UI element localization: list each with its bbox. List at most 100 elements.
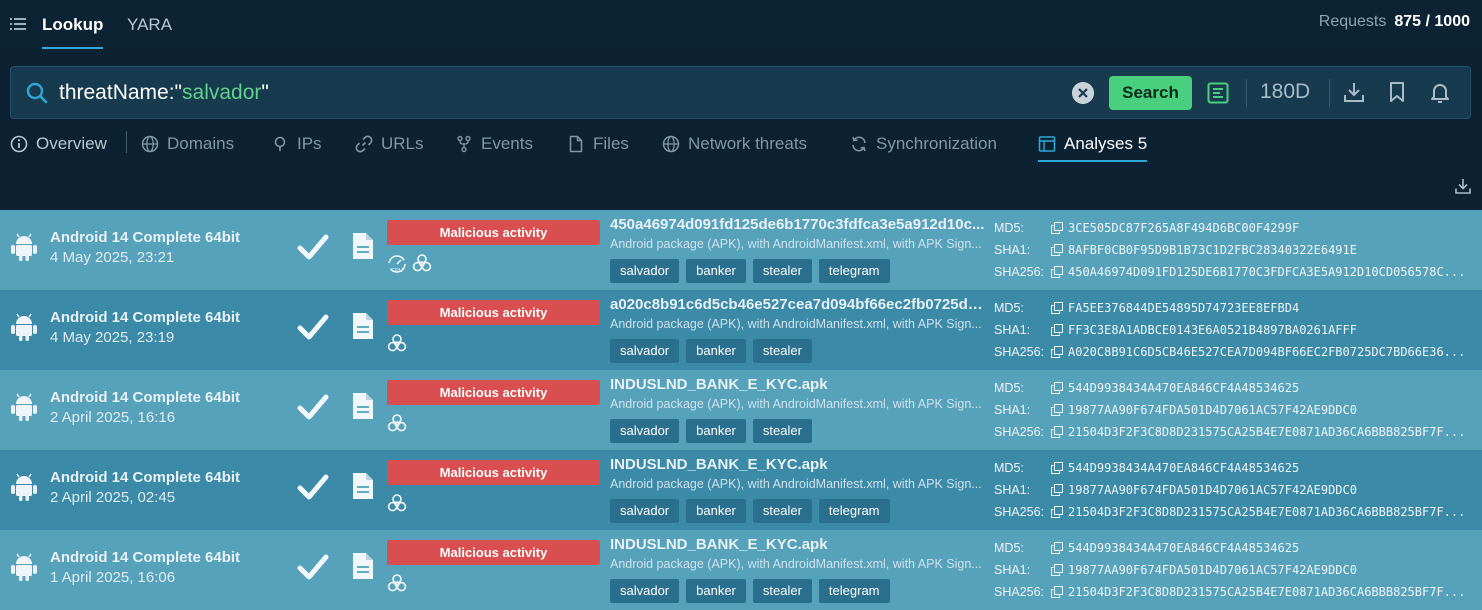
menu-list-icon[interactable]: [10, 17, 26, 31]
tag-salvador[interactable]: salvador: [610, 419, 680, 443]
verdict-badge: Malicious activity: [387, 540, 600, 565]
copy-icon[interactable]: [1051, 346, 1063, 358]
copy-icon[interactable]: [1051, 404, 1063, 416]
tab-synchronization[interactable]: Synchronization: [850, 128, 997, 160]
biohazard-icon: [387, 414, 407, 432]
tab-label: Files: [593, 134, 629, 153]
copy-icon[interactable]: [1051, 542, 1063, 554]
file-name[interactable]: 450a46974d091fd125de6b1770c3fdfca3e5a912…: [610, 216, 988, 233]
bookmark-icon[interactable]: [1387, 81, 1407, 103]
analysis-date: 4 May 2025, 23:19: [50, 329, 175, 346]
export-download-icon[interactable]: [1454, 177, 1472, 195]
tag-stealer[interactable]: stealer: [752, 339, 812, 363]
copy-icon[interactable]: [1051, 244, 1063, 256]
tag-telegram[interactable]: telegram: [818, 259, 890, 283]
tab-label: Analyses 5: [1064, 134, 1148, 153]
copy-icon[interactable]: [1051, 564, 1063, 576]
md5-value[interactable]: 3CE505DC87F265A8F494D6BC00F4299F: [1068, 221, 1472, 235]
sha1-value[interactable]: 19877AA90F674FDA501D4D7061AC57F42AE9DDC0: [1068, 563, 1472, 577]
tag-banker[interactable]: banker: [686, 579, 746, 603]
analysis-row[interactable]: Android 14 Complete 64bit 4 May 2025, 23…: [0, 210, 1482, 290]
tag-list: salvador banker stealer: [610, 339, 812, 363]
file-name[interactable]: INDUSLND_BANK_E_KYC.apk: [610, 536, 988, 553]
tag-banker[interactable]: banker: [686, 499, 746, 523]
tag-salvador[interactable]: salvador: [610, 579, 680, 603]
tab-analyses[interactable]: Analyses 5: [1038, 128, 1148, 162]
copy-icon[interactable]: [1051, 324, 1063, 336]
tab-yara[interactable]: YARA: [127, 14, 172, 36]
sha1-value[interactable]: 19877AA90F674FDA501D4D7061AC57F42AE9DDC0: [1068, 483, 1472, 497]
search-button[interactable]: Search: [1109, 76, 1192, 110]
query-value: salvador: [182, 81, 262, 104]
file-name[interactable]: a020c8b91c6d5cb46e527cea7d094bf66ec2fb07…: [610, 296, 988, 313]
sha256-value[interactable]: 21504D3F2F3C8D8D231575CA25B4E7E0871AD36C…: [1068, 585, 1472, 599]
tab-network-threats[interactable]: Network threats: [662, 128, 807, 160]
tab-events[interactable]: Events: [455, 128, 533, 160]
bell-icon[interactable]: [1429, 81, 1451, 103]
document-icon: [353, 393, 373, 419]
sha1-label: SHA1:: [994, 243, 1031, 257]
tag-stealer[interactable]: stealer: [752, 419, 812, 443]
sha256-value[interactable]: 450A46974D091FD125DE6B1770C3FDFCA3E5A912…: [1068, 265, 1472, 279]
clear-search-icon[interactable]: [1072, 82, 1094, 104]
analysis-row[interactable]: Android 14 Complete 64bit 4 May 2025, 23…: [0, 290, 1482, 370]
search-input[interactable]: threatName:"salvador": [59, 81, 269, 105]
tag-banker[interactable]: banker: [686, 259, 746, 283]
download-icon[interactable]: [1343, 81, 1365, 103]
query-format-icon[interactable]: [1207, 82, 1229, 104]
tag-stealer[interactable]: stealer: [752, 259, 812, 283]
tag-salvador[interactable]: salvador: [610, 499, 680, 523]
check-icon: [297, 554, 329, 580]
md5-value[interactable]: FA5EE376844DE54895D74723EE8EFBD4: [1068, 301, 1472, 315]
query-suffix: ": [261, 81, 269, 104]
sha1-value[interactable]: 8AFBF0CB0F95D9B1B73C1D2FBC28340322E6491E: [1068, 243, 1472, 257]
md5-value[interactable]: 544D9938434A470EA846CF4A48534625: [1068, 381, 1472, 395]
period-selector[interactable]: 180D: [1260, 80, 1310, 104]
md5-value[interactable]: 544D9938434A470EA846CF4A48534625: [1068, 541, 1472, 555]
copy-icon[interactable]: [1051, 506, 1063, 518]
query-prefix: threatName:": [59, 81, 183, 104]
tag-banker[interactable]: banker: [686, 339, 746, 363]
sha256-value[interactable]: A020C8B91C6D5CB46E527CEA7D094BF66EC2FB07…: [1068, 345, 1472, 359]
file-name[interactable]: INDUSLND_BANK_E_KYC.apk: [610, 456, 988, 473]
copy-icon[interactable]: [1051, 222, 1063, 234]
file-name[interactable]: INDUSLND_BANK_E_KYC.apk: [610, 376, 988, 393]
biohazard-icon: [387, 574, 407, 592]
copy-icon[interactable]: [1051, 302, 1063, 314]
sha256-label: SHA256:: [994, 425, 1045, 439]
copy-icon[interactable]: [1051, 382, 1063, 394]
copy-icon[interactable]: [1051, 586, 1063, 598]
tag-stealer[interactable]: stealer: [752, 579, 812, 603]
tag-salvador[interactable]: salvador: [610, 339, 680, 363]
tag-stealer[interactable]: stealer: [752, 499, 812, 523]
tab-lookup[interactable]: Lookup: [42, 14, 104, 49]
tab-overview[interactable]: Overview: [10, 128, 107, 160]
tag-telegram[interactable]: telegram: [818, 579, 890, 603]
analysis-row[interactable]: Android 14 Complete 64bit 1 April 2025, …: [0, 530, 1482, 610]
check-icon: [297, 394, 329, 420]
tag-list: salvador banker stealer telegram: [610, 579, 890, 603]
tab-urls[interactable]: URLs: [355, 128, 424, 160]
sha1-value[interactable]: 19877AA90F674FDA501D4D7061AC57F42AE9DDC0: [1068, 403, 1472, 417]
sha256-value[interactable]: 21504D3F2F3C8D8D231575CA25B4E7E0871AD36C…: [1068, 505, 1472, 519]
tag-telegram[interactable]: telegram: [818, 499, 890, 523]
copy-icon[interactable]: [1051, 484, 1063, 496]
analysis-row[interactable]: Android 14 Complete 64bit 2 April 2025, …: [0, 450, 1482, 530]
md5-value[interactable]: 544D9938434A470EA846CF4A48534625: [1068, 461, 1472, 475]
tab-domains[interactable]: Domains: [141, 128, 234, 160]
sha1-value[interactable]: FF3C3E8A1ADBCE0143E6A0521B4897BA0261AFFF: [1068, 323, 1472, 337]
copy-icon[interactable]: [1051, 266, 1063, 278]
copy-icon[interactable]: [1051, 426, 1063, 438]
document-icon: [353, 313, 373, 339]
copy-icon[interactable]: [1051, 462, 1063, 474]
analysis-row[interactable]: Android 14 Complete 64bit 2 April 2025, …: [0, 370, 1482, 450]
os-name: Android 14 Complete 64bit: [50, 229, 241, 246]
sha256-value[interactable]: 21504D3F2F3C8D8D231575CA25B4E7E0871AD36C…: [1068, 425, 1472, 439]
tag-salvador[interactable]: salvador: [610, 259, 680, 283]
os-name: Android 14 Complete 64bit: [50, 389, 241, 406]
separator: [1246, 79, 1247, 107]
tag-banker[interactable]: banker: [686, 419, 746, 443]
search-icon: [26, 82, 48, 104]
tab-files[interactable]: Files: [567, 128, 629, 160]
tab-ips[interactable]: IPs: [271, 128, 322, 160]
